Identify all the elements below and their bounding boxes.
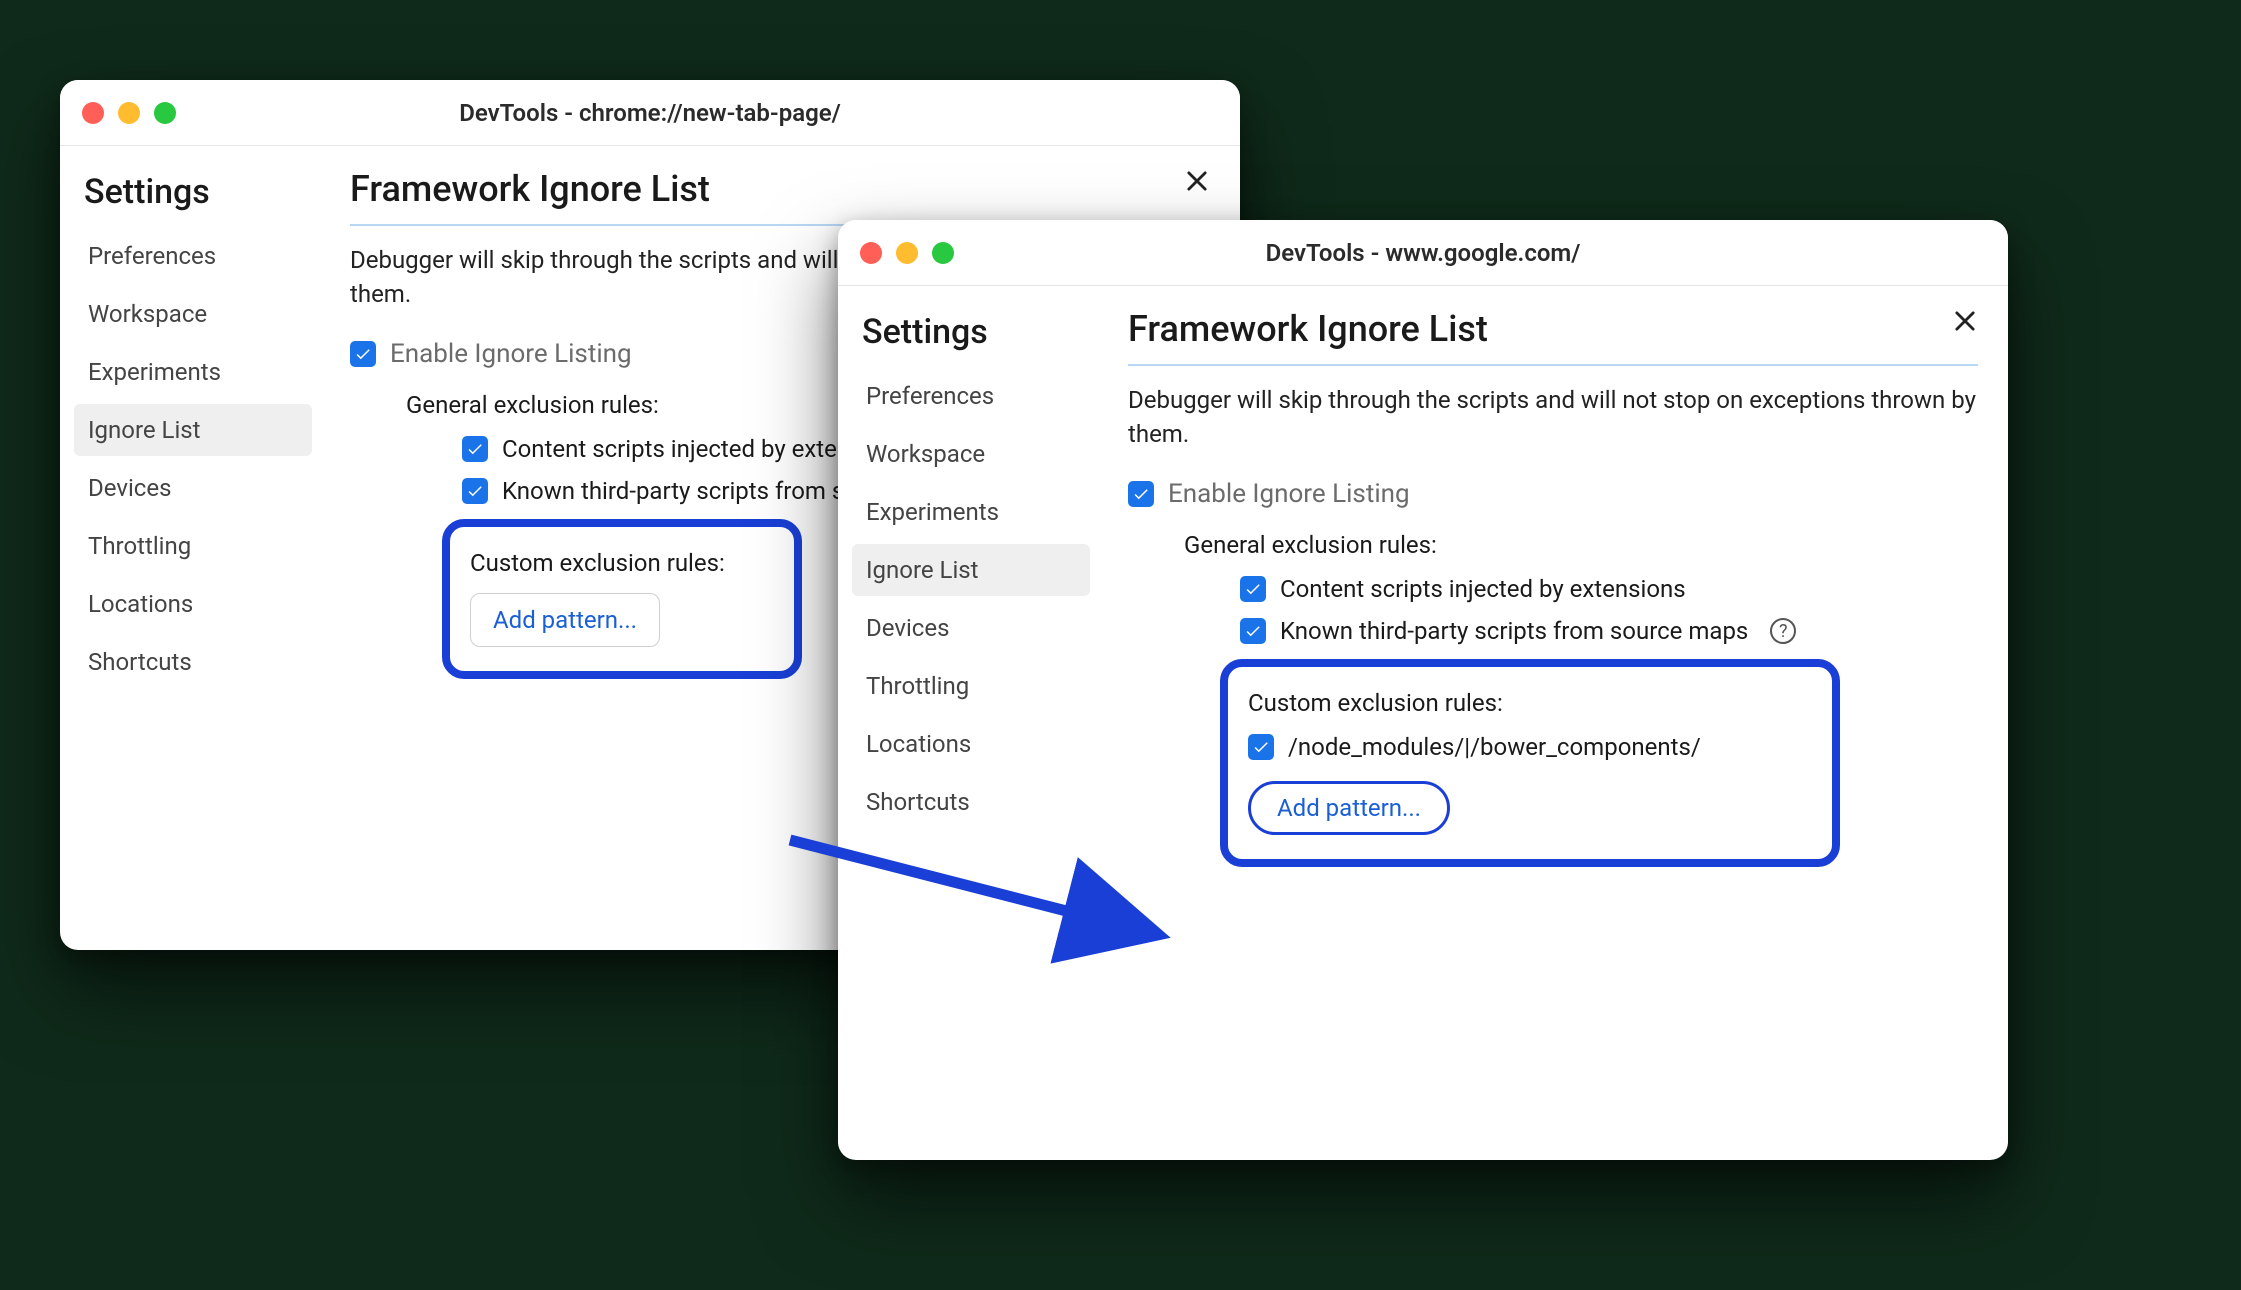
third-party-checkbox[interactable]	[1240, 618, 1266, 644]
sidebar-item-experiments[interactable]: Experiments	[74, 346, 312, 398]
maximize-window-icon[interactable]	[932, 242, 954, 264]
sidebar-item-shortcuts[interactable]: Shortcuts	[852, 776, 1090, 828]
general-exclusion-heading: General exclusion rules:	[1184, 531, 1978, 559]
custom-exclusion-callout: Custom exclusion rules: /node_modules/|/…	[1220, 659, 1840, 867]
sidebar-item-workspace[interactable]: Workspace	[74, 288, 312, 340]
close-settings-button[interactable]	[1944, 300, 1986, 342]
custom-pattern-label: /node_modules/|/bower_components/	[1288, 733, 1701, 761]
sidebar-item-locations[interactable]: Locations	[74, 578, 312, 630]
third-party-checkbox[interactable]	[462, 478, 488, 504]
custom-pattern-row: /node_modules/|/bower_components/	[1248, 733, 1812, 761]
window-title: DevTools - www.google.com/	[838, 239, 2008, 267]
settings-heading: Settings	[74, 164, 312, 230]
content-scripts-row: Content scripts injected by extensions	[1240, 575, 1978, 603]
add-pattern-button[interactable]: Add pattern...	[1248, 781, 1450, 835]
maximize-window-icon[interactable]	[154, 102, 176, 124]
content-scripts-checkbox[interactable]	[1240, 576, 1266, 602]
minimize-window-icon[interactable]	[896, 242, 918, 264]
settings-sidebar: Settings Preferences Workspace Experiments…	[60, 146, 320, 950]
window-titlebar: DevTools - www.google.com/	[838, 220, 2008, 286]
sidebar-item-devices[interactable]: Devices	[852, 602, 1090, 654]
third-party-row: Known third-party scripts from source ma…	[1240, 617, 1978, 645]
add-pattern-button[interactable]: Add pattern...	[470, 593, 660, 647]
enable-ignore-listing-label: Enable Ignore Listing	[390, 339, 632, 369]
settings-heading: Settings	[852, 304, 1090, 370]
settings-sidebar: Settings Preferences Workspace Experiments…	[838, 286, 1098, 1160]
custom-exclusion-heading: Custom exclusion rules:	[1248, 689, 1812, 717]
devtools-window-right: DevTools - www.google.com/ Settings Pref…	[838, 220, 2008, 1160]
sidebar-item-workspace[interactable]: Workspace	[852, 428, 1090, 480]
window-titlebar: DevTools - chrome://new-tab-page/	[60, 80, 1240, 146]
sidebar-item-experiments[interactable]: Experiments	[852, 486, 1090, 538]
enable-ignore-listing-row: Enable Ignore Listing	[1128, 479, 1978, 509]
content-scripts-checkbox[interactable]	[462, 436, 488, 462]
enable-ignore-listing-label: Enable Ignore Listing	[1168, 479, 1410, 509]
sidebar-item-preferences[interactable]: Preferences	[852, 370, 1090, 422]
third-party-label: Known third-party scripts from source ma…	[1280, 617, 1748, 645]
content-scripts-label: Content scripts injected by extensions	[1280, 575, 1686, 603]
close-settings-button[interactable]	[1176, 160, 1218, 202]
enable-ignore-listing-checkbox[interactable]	[350, 341, 376, 367]
custom-exclusion-heading: Custom exclusion rules:	[470, 549, 774, 577]
traffic-lights	[82, 102, 176, 124]
custom-exclusion-callout: Custom exclusion rules: Add pattern...	[442, 519, 802, 679]
sidebar-item-shortcuts[interactable]: Shortcuts	[74, 636, 312, 688]
page-title: Framework Ignore List	[1128, 308, 1978, 366]
help-icon[interactable]: ?	[1770, 618, 1796, 644]
close-window-icon[interactable]	[860, 242, 882, 264]
sidebar-item-locations[interactable]: Locations	[852, 718, 1090, 770]
sidebar-item-preferences[interactable]: Preferences	[74, 230, 312, 282]
minimize-window-icon[interactable]	[118, 102, 140, 124]
sidebar-item-throttling[interactable]: Throttling	[852, 660, 1090, 712]
sidebar-item-ignore-list[interactable]: Ignore List	[852, 544, 1090, 596]
page-title: Framework Ignore List	[350, 168, 1210, 226]
sidebar-item-ignore-list[interactable]: Ignore List	[74, 404, 312, 456]
close-window-icon[interactable]	[82, 102, 104, 124]
settings-main: Framework Ignore List Debugger will skip…	[1098, 286, 2008, 1160]
traffic-lights	[860, 242, 954, 264]
page-description: Debugger will skip through the scripts a…	[1128, 384, 1978, 451]
sidebar-item-throttling[interactable]: Throttling	[74, 520, 312, 572]
enable-ignore-listing-checkbox[interactable]	[1128, 481, 1154, 507]
window-title: DevTools - chrome://new-tab-page/	[60, 99, 1240, 127]
custom-pattern-checkbox[interactable]	[1248, 734, 1274, 760]
sidebar-item-devices[interactable]: Devices	[74, 462, 312, 514]
